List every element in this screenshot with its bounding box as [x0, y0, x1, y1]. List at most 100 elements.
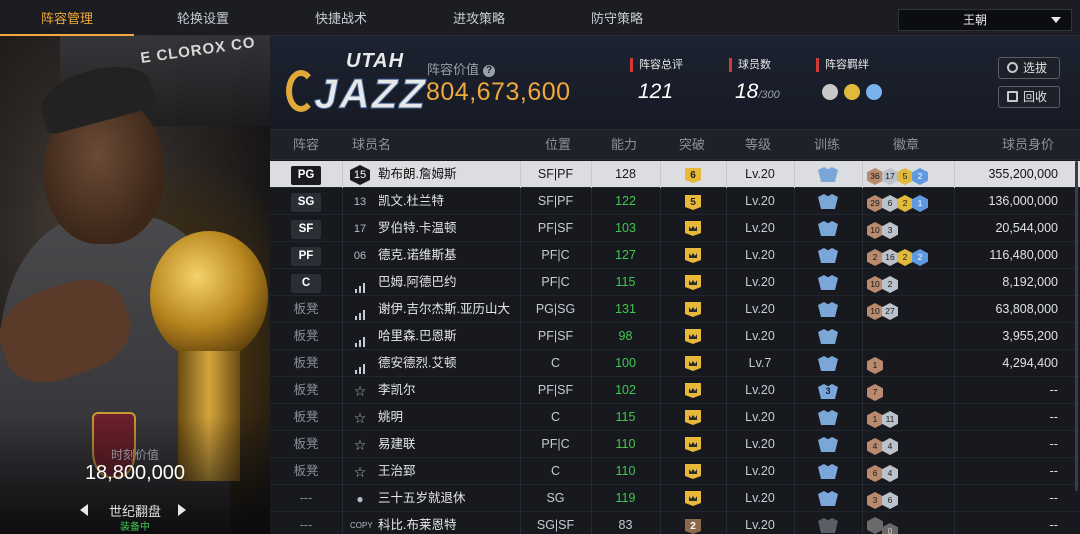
training-cell[interactable]	[794, 458, 862, 485]
breakthrough-cell[interactable]	[660, 296, 726, 323]
training-cell[interactable]	[794, 161, 862, 188]
slot-cell[interactable]: 板凳	[270, 296, 342, 323]
slot-cell[interactable]: C	[270, 269, 342, 296]
player-name[interactable]: 姚明	[378, 404, 403, 431]
training-cell[interactable]: 3	[794, 377, 862, 404]
breakthrough-cell[interactable]: 5	[660, 188, 726, 215]
training-cell[interactable]	[794, 512, 862, 534]
table-row[interactable]: SF 17 罗伯特.卡温顿 PF|SF 103 Lv.20 10 3 20,544,000	[270, 215, 1080, 242]
slot-cell[interactable]: 板凳	[270, 377, 342, 404]
training-cell[interactable]	[794, 350, 862, 377]
player-name[interactable]: 德安德烈.艾顿	[378, 350, 456, 377]
player-name[interactable]: 巴姆.阿德巴约	[378, 269, 456, 296]
table-row[interactable]: 板凳 谢伊.吉尔杰斯.亚历山大 PG|SG 131 Lv.20 10 27 63,808,00…	[270, 296, 1080, 323]
bond-icon-1[interactable]	[822, 84, 838, 100]
col-training[interactable]: 训练	[791, 130, 863, 160]
table-row[interactable]: 板凳 ☆ 姚明 C 115 Lv.20 1 11 --	[270, 404, 1080, 431]
slot-cell[interactable]: 板凳	[270, 404, 342, 431]
table-row[interactable]: --- ● 三十五岁就退休 SG 119 Lv.20 3 6 --	[270, 485, 1080, 512]
training-cell[interactable]	[794, 215, 862, 242]
slot-cell[interactable]: 板凳	[270, 431, 342, 458]
team-select[interactable]: 王朝	[898, 9, 1072, 31]
breakthrough-cell[interactable]	[660, 269, 726, 296]
training-cell[interactable]	[794, 296, 862, 323]
recycle-button[interactable]: 回收	[998, 86, 1060, 108]
breakthrough-cell[interactable]	[660, 350, 726, 377]
slot-cell[interactable]: 板凳	[270, 323, 342, 350]
training-cell[interactable]	[794, 188, 862, 215]
col-badges[interactable]: 徽章	[870, 130, 942, 160]
bond-icon-2[interactable]	[844, 84, 860, 100]
table-row[interactable]: 板凳 ☆ 易建联 PF|C 110 Lv.20 4 4 --	[270, 431, 1080, 458]
player-name[interactable]: 罗伯特.卡温顿	[378, 215, 456, 242]
training-cell[interactable]	[794, 485, 862, 512]
slot-cell[interactable]: ---	[270, 485, 342, 512]
badges-cell[interactable]: 10 2	[867, 274, 898, 293]
tab-quick-tactics[interactable]: 快捷战术	[274, 0, 408, 36]
badges-cell[interactable]: 29 6 2 1	[867, 193, 928, 212]
col-breakthrough[interactable]: 突破	[656, 130, 728, 160]
slot-cell[interactable]: SG	[270, 188, 342, 215]
breakthrough-cell[interactable]	[660, 323, 726, 350]
player-name[interactable]: 三十五岁就退休	[378, 485, 466, 512]
slot-cell[interactable]: SF	[270, 215, 342, 242]
table-row[interactable]: 板凳 ☆ 王治郅 C 110 Lv.20 6 4 --	[270, 458, 1080, 485]
player-name[interactable]: 勒布朗.詹姆斯	[378, 161, 456, 188]
badges-cell[interactable]: 44	[867, 436, 898, 455]
breakthrough-cell[interactable]	[660, 485, 726, 512]
slot-cell[interactable]: ---	[270, 512, 342, 534]
col-salary[interactable]: 球员身价	[992, 130, 1064, 160]
col-name[interactable]: 球员名	[342, 130, 402, 160]
player-name[interactable]: 科比.布莱恩特	[378, 512, 456, 534]
table-row[interactable]: 板凳 ☆ 李凯尔 PF|SF 102 Lv.20 3 7 --	[270, 377, 1080, 404]
table-row[interactable]: SG 13 凯文.杜兰特 SF|PF 122 5 Lv.20 29 6 2 1 136,000,000	[270, 188, 1080, 215]
moment-card[interactable]: E CLOROX CO 时刻价值 18,800,000 世纪翻盘 装备中	[0, 36, 270, 534]
breakthrough-cell[interactable]	[660, 404, 726, 431]
training-cell[interactable]	[794, 269, 862, 296]
training-cell[interactable]	[794, 323, 862, 350]
badges-cell[interactable]: 64	[867, 463, 898, 482]
badges-cell[interactable]: 2 16 2 2	[867, 247, 928, 266]
col-position[interactable]: 位置	[522, 130, 594, 160]
player-name[interactable]: 德克.诺维斯基	[378, 242, 456, 269]
breakthrough-cell[interactable]	[660, 431, 726, 458]
badges-cell[interactable]: 36	[867, 490, 898, 509]
slot-cell[interactable]: 板凳	[270, 350, 342, 377]
badges-cell[interactable]: 1	[867, 355, 883, 374]
table-row[interactable]: PF 06 德克.诺维斯基 PF|C 127 Lv.20 2 16 2 2 116,480,000	[270, 242, 1080, 269]
badges-cell[interactable]: 10 3	[867, 220, 898, 239]
table-row[interactable]: C 巴姆.阿德巴约 PF|C 115 Lv.20 10 2 8,192,000	[270, 269, 1080, 296]
arrow-right-icon[interactable]	[178, 504, 186, 516]
training-cell[interactable]	[794, 242, 862, 269]
training-cell[interactable]	[794, 404, 862, 431]
pick-button[interactable]: 选拔	[998, 57, 1060, 79]
scrollbar[interactable]	[1075, 161, 1078, 491]
player-name[interactable]: 哈里森.巴恩斯	[378, 323, 456, 350]
player-name[interactable]: 易建联	[378, 431, 416, 458]
col-level[interactable]: 等级	[722, 130, 794, 160]
player-name[interactable]: 凯文.杜兰特	[378, 188, 444, 215]
table-row[interactable]: PG 15 勒布朗.詹姆斯 SF|PF 128 6 Lv.20 36 17 5 2 355,200,0…	[270, 161, 1080, 188]
breakthrough-cell[interactable]: 6	[660, 161, 726, 188]
training-cell[interactable]	[794, 431, 862, 458]
badges-cell[interactable]: 36 17 5 2	[867, 166, 928, 185]
slot-cell[interactable]: 板凳	[270, 458, 342, 485]
player-name[interactable]: 谢伊.吉尔杰斯.亚历山大	[378, 296, 510, 323]
breakthrough-cell[interactable]	[660, 458, 726, 485]
badges-cell[interactable]: 1 11	[867, 409, 898, 428]
breakthrough-cell[interactable]: 2	[660, 512, 726, 534]
breakthrough-cell[interactable]	[660, 242, 726, 269]
breakthrough-cell[interactable]	[660, 215, 726, 242]
table-row[interactable]: --- COPY 科比.布莱恩特 SG|SF 83 2 Lv.20 0 --	[270, 512, 1080, 534]
tab-rotation[interactable]: 轮换设置	[136, 0, 270, 36]
table-row[interactable]: 板凳 哈里森.巴恩斯 PF|SF 98 Lv.20 3,955,200	[270, 323, 1080, 350]
bond-icon-3[interactable]	[866, 84, 882, 100]
player-name[interactable]: 李凯尔	[378, 377, 416, 404]
slot-cell[interactable]: PG	[270, 161, 342, 188]
table-row[interactable]: 板凳 德安德烈.艾顿 C 100 Lv.7 1 4,294,400	[270, 350, 1080, 377]
col-slot[interactable]: 阵容	[270, 130, 342, 160]
tab-lineup[interactable]: 阵容管理	[0, 0, 134, 36]
badges-cell[interactable]: 0	[867, 517, 898, 534]
tab-offense[interactable]: 进攻策略	[412, 0, 546, 36]
help-icon[interactable]: ?	[483, 65, 496, 77]
